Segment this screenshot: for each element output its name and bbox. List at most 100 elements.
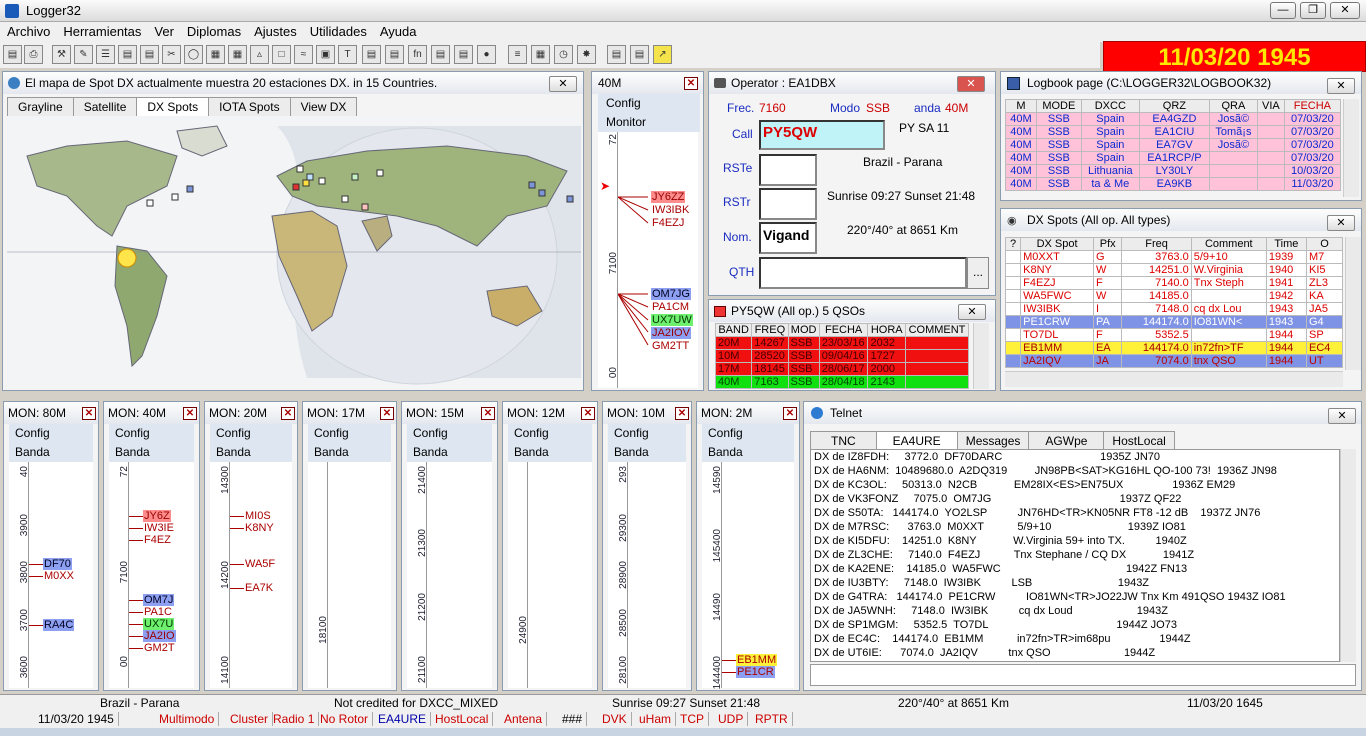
- spot-label[interactable]: K8NY: [244, 522, 275, 534]
- table-row[interactable]: 40M 7163 SSB 28/04/18 2143: [714, 375, 970, 389]
- band-spots-area[interactable]: [528, 462, 592, 688]
- call-input[interactable]: PY5QW: [759, 120, 885, 150]
- tab-satellite[interactable]: Satellite: [72, 97, 138, 117]
- spot-label[interactable]: PA1CM: [651, 301, 690, 313]
- status-multimodo[interactable]: Multimodo: [155, 712, 220, 726]
- column-header[interactable]: QRA: [1208, 99, 1259, 113]
- column-header[interactable]: Freq: [1121, 237, 1192, 251]
- tool-doc2-icon[interactable]: ▤: [140, 45, 159, 64]
- spot-label[interactable]: EB1MM: [736, 654, 778, 666]
- rste-input[interactable]: [759, 154, 817, 186]
- menu-diplomas[interactable]: Diplomas: [180, 22, 247, 39]
- tool-edit-icon[interactable]: ✎: [74, 45, 93, 64]
- banda-button[interactable]: Banda: [413, 443, 492, 462]
- column-header[interactable]: Comment: [1190, 237, 1267, 251]
- tool-clock-icon[interactable]: ◷: [554, 45, 573, 64]
- dx-spots-hscrollbar[interactable]: [1005, 371, 1343, 387]
- restore-button[interactable]: ❐: [1300, 2, 1326, 19]
- band-scale[interactable]: 293 29300 28900 28500 28100: [608, 462, 629, 688]
- tool-window-icon[interactable]: ▤: [362, 45, 381, 64]
- spot-label[interactable]: DF70: [43, 558, 72, 570]
- tool-map-icon[interactable]: ▤: [385, 45, 404, 64]
- band-spots-area[interactable]: JY6Z IW3IE F4EZ OM7J PA1C UX7U JA2IO GM2T: [129, 462, 194, 688]
- spot-label[interactable]: UX7UW: [651, 314, 693, 326]
- config-button[interactable]: Config: [314, 424, 391, 443]
- status-rotor[interactable]: No Rotor: [316, 712, 374, 726]
- banda-button[interactable]: Banda: [216, 443, 292, 462]
- tool-hammer-icon[interactable]: ⚒: [52, 45, 71, 64]
- table-row[interactable]: K8NY W 14251.0 W.Virginia 1940 KI5: [1004, 263, 1344, 277]
- status-antena[interactable]: Antena: [500, 712, 548, 726]
- table-row[interactable]: 40M SSB Spain EA1CIU Tomã¡s 07/03/20: [1004, 125, 1342, 139]
- spot-label[interactable]: JA2IO: [143, 630, 176, 642]
- table-row[interactable]: 40M SSB Spain EA1RCP/P 07/03/20: [1004, 151, 1342, 165]
- band-scale[interactable]: 40 3900 3800 3700 3600: [9, 462, 30, 688]
- tool-chart-icon[interactable]: ▤: [454, 45, 473, 64]
- dx-map-close-button[interactable]: ✕: [549, 76, 577, 92]
- tool-signal-icon[interactable]: ▵: [250, 45, 269, 64]
- world-map[interactable]: [7, 116, 581, 388]
- column-header[interactable]: Time: [1265, 237, 1307, 251]
- table-row[interactable]: F4EZJ F 7140.0 Tnx Steph 1941 ZL3: [1004, 276, 1344, 290]
- tool-list-icon[interactable]: ☰: [96, 45, 115, 64]
- band-spots-area[interactable]: EB1MM PE1CR: [722, 462, 794, 688]
- config-button[interactable]: Config: [413, 424, 492, 443]
- operator-close-button[interactable]: ✕: [957, 76, 985, 92]
- tool-copy-icon[interactable]: ▤: [3, 45, 22, 64]
- previous-qsos-scrollbar[interactable]: [973, 323, 989, 389]
- band-scale[interactable]: 24900: [508, 462, 529, 688]
- column-header[interactable]: BAND: [714, 323, 753, 337]
- banda-button[interactable]: Banda: [614, 443, 686, 462]
- band-scale[interactable]: 72 7100 00: [109, 462, 130, 688]
- tool-color-icon[interactable]: ●: [477, 45, 496, 64]
- telnet-command-input[interactable]: [810, 664, 1356, 686]
- tool-scissors-icon[interactable]: ✂: [162, 45, 181, 64]
- minimize-button[interactable]: —: [1270, 2, 1296, 19]
- table-row[interactable]: M0XXT G 3763.0 5/9+10 1939 M7: [1004, 250, 1344, 264]
- tool-arrow-icon[interactable]: ↗: [653, 45, 672, 64]
- tool-fn-icon[interactable]: fn: [408, 45, 427, 64]
- spot-label[interactable]: IW3IE: [143, 522, 175, 534]
- menu-herramientas[interactable]: Herramientas: [56, 22, 147, 39]
- spot-label[interactable]: EA7K: [244, 582, 275, 594]
- spot-label[interactable]: JY6Z: [143, 510, 171, 522]
- tool-globe-icon[interactable]: ◯: [184, 45, 203, 64]
- tool-wave-icon[interactable]: ≈: [294, 45, 313, 64]
- menu-ajustes[interactable]: Ajustes: [247, 22, 303, 39]
- band-monitor-close[interactable]: ✕: [783, 407, 797, 420]
- telnet-output[interactable]: DX de IZ8FDH: 3772.0 DF70DARC 1935Z JN70…: [810, 449, 1340, 662]
- band-scale[interactable]: 14590 145400 14490 144400: [702, 462, 723, 689]
- tool-grid-icon[interactable]: ▦: [206, 45, 225, 64]
- band-monitor-40m-close[interactable]: ✕: [684, 77, 698, 90]
- tool-doc-icon[interactable]: ▤: [118, 45, 137, 64]
- tool-stack-icon[interactable]: ≡: [508, 45, 527, 64]
- tool-box-icon[interactable]: ▣: [316, 45, 335, 64]
- nom-input[interactable]: Vigand: [759, 222, 817, 254]
- column-header[interactable]: FECHA: [1283, 99, 1342, 113]
- menu-archivo[interactable]: Archivo: [0, 22, 56, 39]
- table-row[interactable]: TO7DL F 5352.5 1944 SP: [1004, 328, 1344, 342]
- status-hostlocal[interactable]: HostLocal: [431, 712, 494, 726]
- band-monitor-close[interactable]: ✕: [481, 407, 495, 420]
- band-monitor-close[interactable]: ✕: [380, 407, 394, 420]
- tab-messages[interactable]: Messages: [956, 431, 1030, 451]
- tool-text-icon[interactable]: T: [338, 45, 357, 64]
- table-row[interactable]: 40M SSB Spain EA7GV Josã© 07/03/20: [1004, 138, 1342, 152]
- spot-label[interactable]: MI0S: [244, 510, 272, 522]
- tool-printer-icon[interactable]: ⎙: [24, 45, 43, 64]
- spot-label[interactable]: UX7U: [143, 618, 175, 630]
- logbook-close-button[interactable]: ✕: [1327, 78, 1355, 94]
- close-button[interactable]: ✕: [1330, 2, 1360, 19]
- table-row[interactable]: 20M 14267 SSB 23/03/16 2032: [714, 336, 970, 350]
- band-monitor-close[interactable]: ✕: [82, 407, 96, 420]
- band-spots-area[interactable]: [427, 462, 492, 688]
- banda-button[interactable]: Banda: [115, 443, 194, 462]
- column-header[interactable]: ?: [1004, 237, 1022, 251]
- table-row[interactable]: IW3IBK I 7148.0 cq dx Lou 1943 JA5: [1004, 302, 1344, 316]
- banda-button[interactable]: Banda: [15, 443, 93, 462]
- tab-hostlocal[interactable]: HostLocal: [1103, 431, 1175, 451]
- column-header[interactable]: HORA: [867, 323, 906, 337]
- config-button[interactable]: Config: [708, 424, 794, 443]
- config-button[interactable]: Config: [15, 424, 93, 443]
- table-row[interactable]: JA2IQV JA 7074.0 tnx QSO 1944 UT: [1004, 354, 1344, 368]
